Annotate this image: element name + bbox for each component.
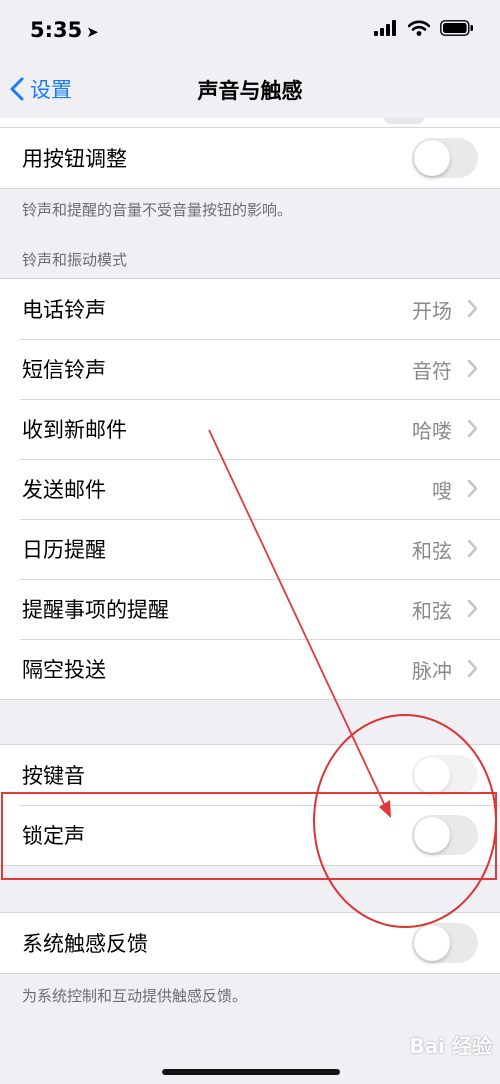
annotation-arrow xyxy=(208,429,391,818)
home-indicator xyxy=(162,1069,340,1075)
watermark: Bai 经验 xyxy=(409,1034,492,1058)
